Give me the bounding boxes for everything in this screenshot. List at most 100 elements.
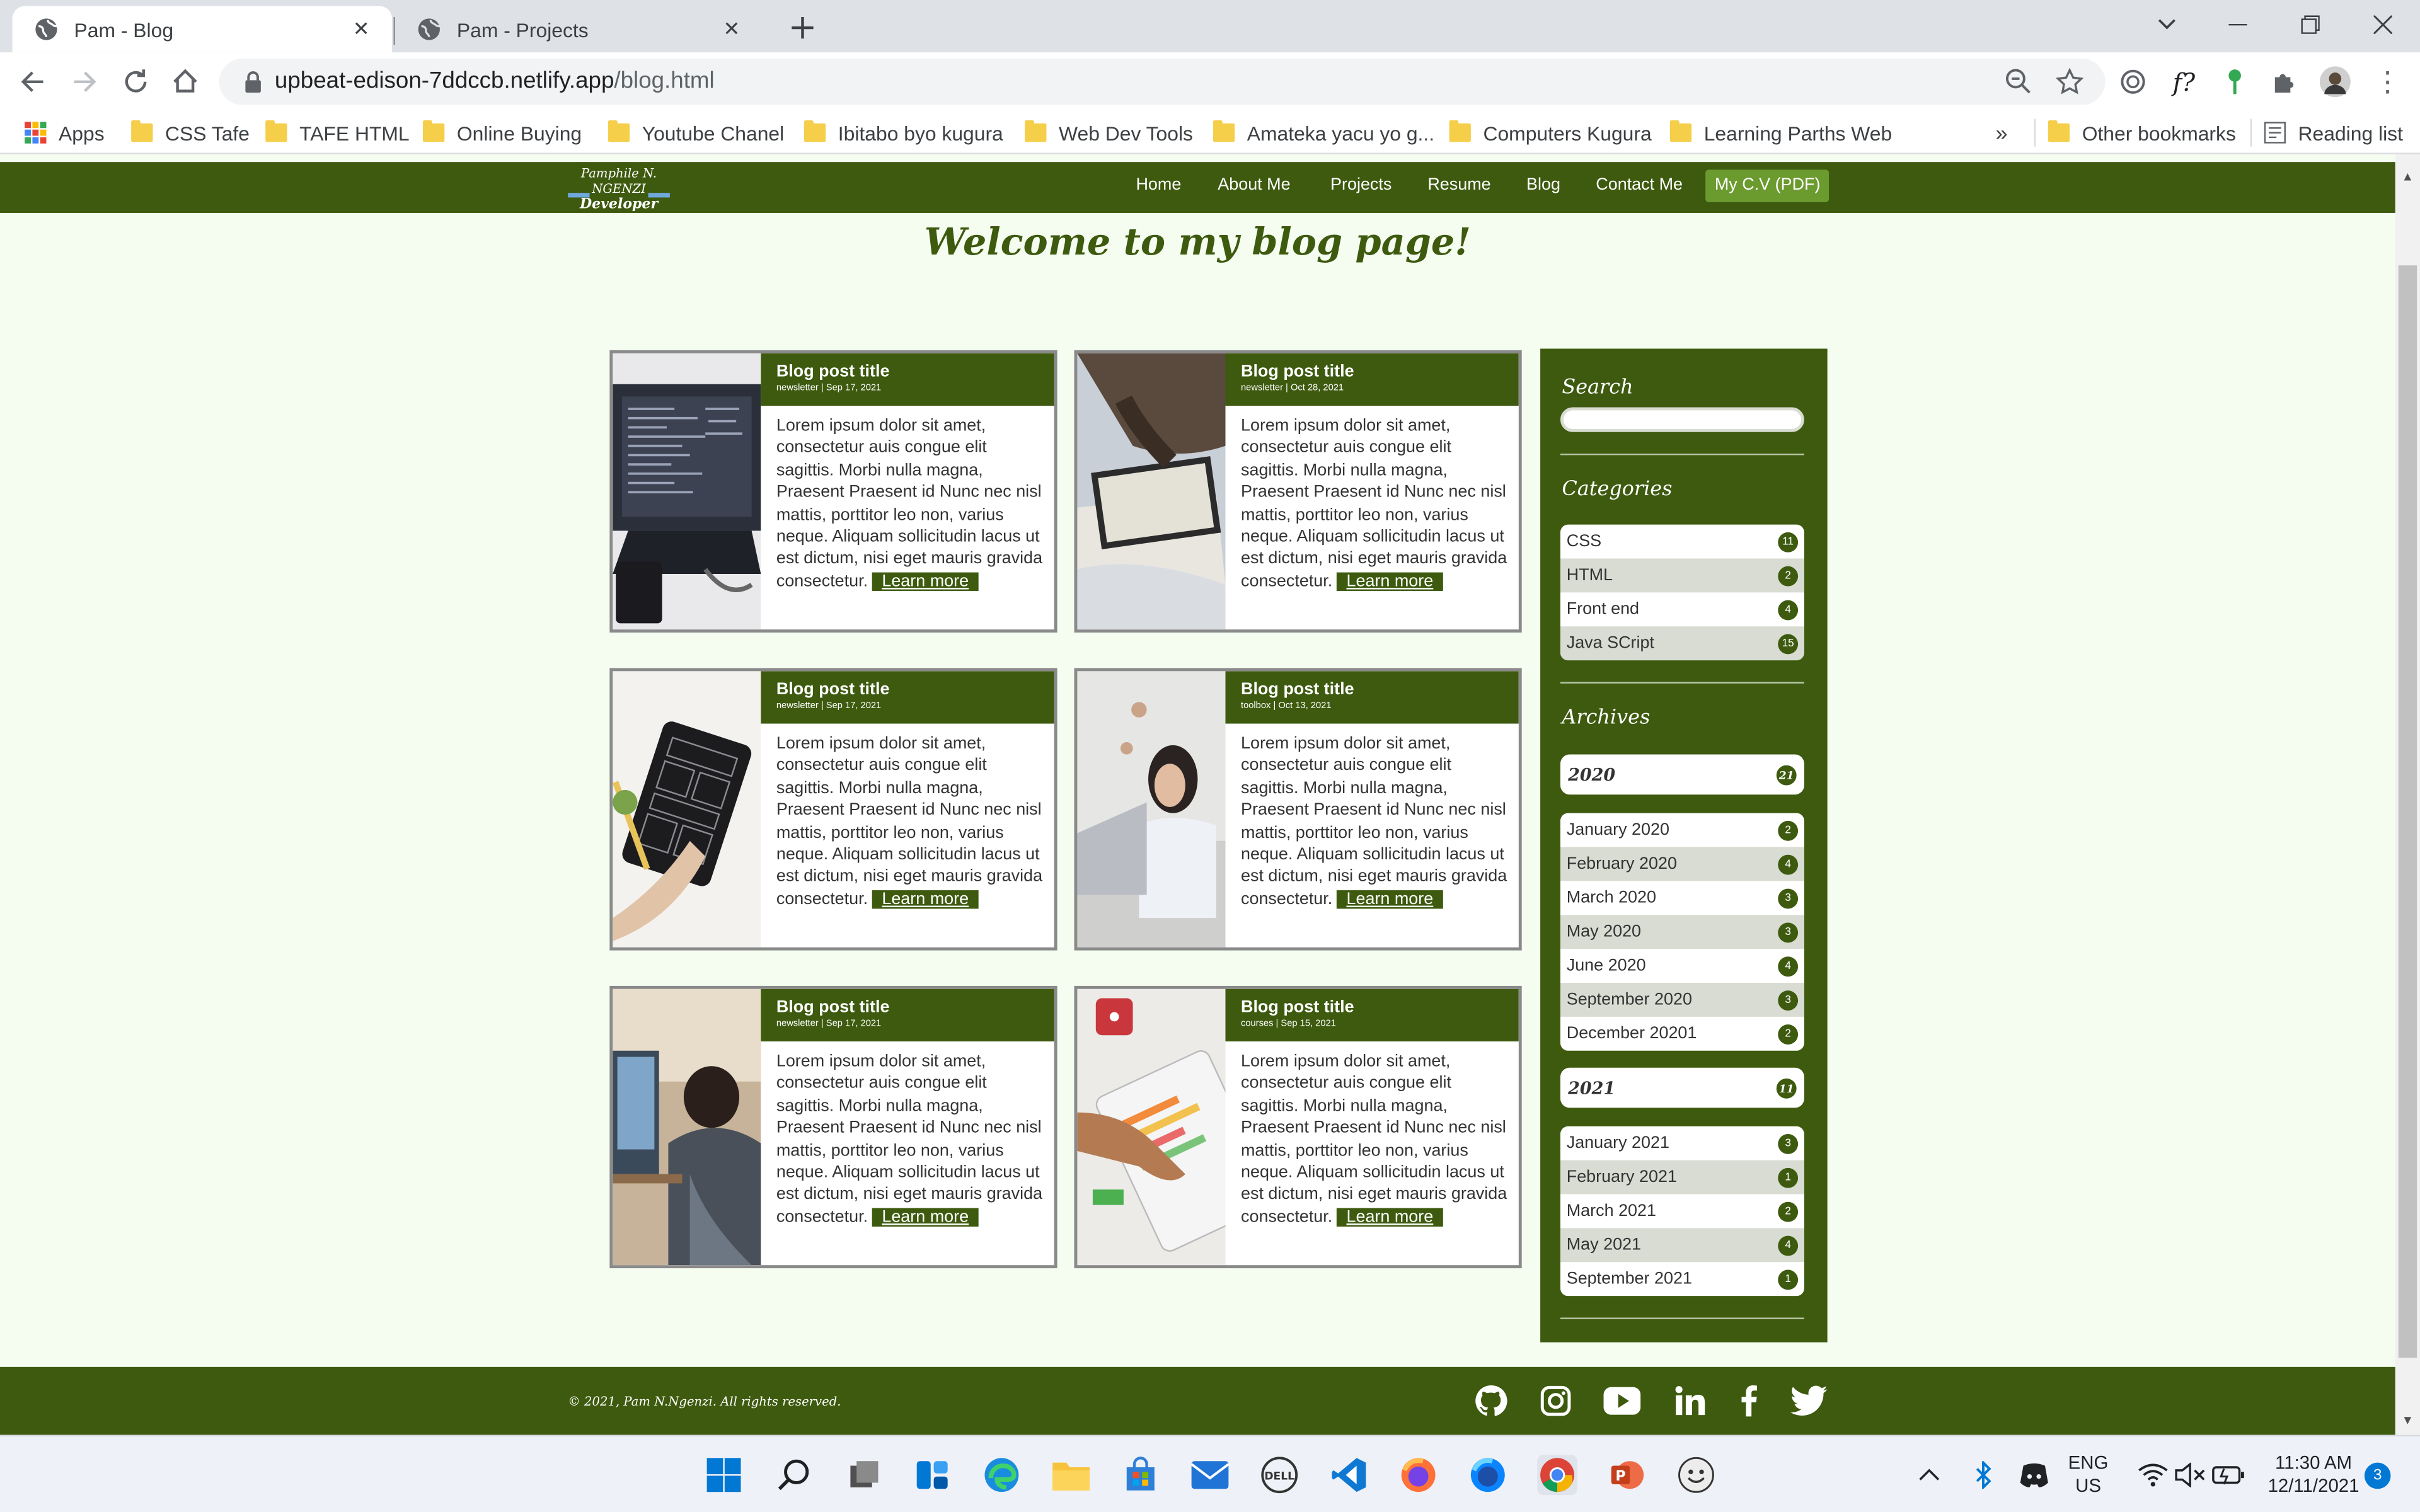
bluetooth-icon[interactable]: [1968, 1455, 1998, 1495]
card-title[interactable]: Blog post title: [1241, 679, 1503, 701]
close-window-icon[interactable]: [2365, 9, 2402, 40]
powerpoint-icon[interactable]: P: [1606, 1455, 1647, 1495]
reading-list[interactable]: Reading list: [2250, 118, 2403, 147]
cv-pdf-button[interactable]: My C.V (PDF): [1705, 169, 1830, 202]
firefox-dev-icon[interactable]: [1468, 1455, 1508, 1495]
search-input[interactable]: [1560, 407, 1804, 432]
archive-month-item[interactable]: February 2021 1: [1560, 1160, 1804, 1194]
category-item[interactable]: Front end 4: [1560, 592, 1804, 626]
restore-icon[interactable]: [2292, 9, 2329, 40]
font-finder-icon[interactable]: f?: [2169, 66, 2199, 97]
twitter-icon[interactable]: [1790, 1382, 1828, 1419]
extensions-puzzle-icon[interactable]: [2269, 66, 2300, 97]
key-extension-icon[interactable]: [2220, 66, 2250, 97]
bookmark-folder[interactable]: Computers Kugura: [1449, 119, 1652, 147]
vscode-icon[interactable]: [1329, 1455, 1369, 1495]
lock-icon[interactable]: [244, 71, 262, 93]
card-title[interactable]: Blog post title: [776, 679, 1039, 701]
wifi-icon[interactable]: [2136, 1455, 2170, 1495]
facebook-icon[interactable]: [1730, 1382, 1767, 1419]
extension-circle-icon[interactable]: [2118, 66, 2148, 97]
url-text[interactable]: upbeat-edison-7ddccb.netlify.app/blog.ht…: [275, 68, 715, 94]
bookmark-folder[interactable]: Online Buying: [423, 119, 582, 147]
category-item[interactable]: Java SCript 15: [1560, 626, 1804, 661]
bookmark-apps[interactable]: Apps: [25, 119, 105, 147]
archive-month-item[interactable]: September 2021 1: [1560, 1262, 1804, 1296]
archive-month-item[interactable]: February 2020 4: [1560, 847, 1804, 881]
bookmark-star-icon[interactable]: [2054, 66, 2085, 97]
archive-month-item[interactable]: May 2020 3: [1560, 915, 1804, 949]
bookmark-folder[interactable]: Youtube Chanel: [608, 119, 784, 147]
card-title[interactable]: Blog post title: [776, 361, 1039, 382]
category-item[interactable]: HTML 2: [1560, 558, 1804, 593]
reload-icon[interactable]: [120, 66, 151, 97]
bookmark-folder[interactable]: CSS Tafe: [131, 119, 250, 147]
archive-month-item[interactable]: December 20201 2: [1560, 1017, 1804, 1051]
linkedin-icon[interactable]: [1671, 1382, 1708, 1419]
volume-muted-icon[interactable]: [2173, 1455, 2207, 1495]
new-tab-icon[interactable]: [787, 13, 818, 43]
tab-search-icon[interactable]: [2148, 9, 2186, 40]
bookmark-folder[interactable]: Amateka yacu yo g...: [1213, 119, 1434, 147]
bookmark-folder[interactable]: Learning Parths Web: [1669, 119, 1892, 147]
learn-more-link[interactable]: Learn more: [872, 890, 978, 909]
github-icon[interactable]: [1472, 1382, 1509, 1419]
archive-month-item[interactable]: June 2020 4: [1560, 949, 1804, 983]
search-icon[interactable]: [775, 1455, 815, 1495]
archive-month-item[interactable]: January 2020 2: [1560, 813, 1804, 847]
archive-year-2020[interactable]: 2020 21: [1560, 754, 1804, 795]
chevron-up-icon[interactable]: [1914, 1455, 1945, 1495]
back-icon[interactable]: [18, 66, 49, 97]
bookmarks-overflow-button[interactable]: »: [1996, 119, 2008, 147]
dell-icon[interactable]: DELL: [1259, 1455, 1299, 1495]
scroll-thumb[interactable]: [2398, 265, 2417, 1358]
page-scrollbar[interactable]: ▲ ▼: [2395, 154, 2420, 1435]
clock[interactable]: 11:30 AM 12/11/2021: [2266, 1452, 2361, 1498]
learn-more-link[interactable]: Learn more: [1337, 572, 1443, 591]
battery-icon[interactable]: [2211, 1455, 2245, 1495]
store-icon[interactable]: [1121, 1455, 1161, 1495]
bookmark-folder[interactable]: Ibitabo byo kugura: [804, 119, 1003, 147]
archive-month-item[interactable]: September 2020 3: [1560, 983, 1804, 1017]
tab-blog[interactable]: Pam - Blog ✕: [12, 6, 393, 53]
tab-projects[interactable]: Pam - Projects ✕: [395, 6, 763, 52]
card-title[interactable]: Blog post title: [776, 997, 1039, 1018]
menu-kebab-icon[interactable]: ⋮: [2372, 66, 2403, 97]
nav-home[interactable]: Home: [1136, 176, 1181, 194]
youtube-icon[interactable]: [1603, 1382, 1641, 1419]
site-logo[interactable]: Pamphile N. NGENZI Developer: [565, 166, 672, 213]
file-explorer-icon[interactable]: [1051, 1455, 1092, 1495]
nav-about[interactable]: About Me: [1218, 176, 1290, 194]
task-view-icon[interactable]: [844, 1455, 885, 1495]
windows-start-icon[interactable]: [704, 1455, 744, 1495]
notification-badge[interactable]: 3: [2364, 1462, 2391, 1489]
archive-year-2021[interactable]: 2021 11: [1560, 1067, 1804, 1108]
archive-month-item[interactable]: May 2021 4: [1560, 1228, 1804, 1263]
home-icon[interactable]: [170, 66, 200, 97]
learn-more-link[interactable]: Learn more: [872, 1208, 978, 1227]
forward-icon[interactable]: [68, 66, 99, 97]
zoom-icon[interactable]: [2003, 66, 2034, 97]
category-item[interactable]: CSS 11: [1560, 525, 1804, 559]
scroll-up-icon[interactable]: ▲: [2402, 169, 2414, 183]
nav-projects[interactable]: Projects: [1330, 176, 1392, 194]
other-bookmarks[interactable]: Other bookmarks: [2034, 118, 2236, 147]
scroll-down-icon[interactable]: ▼: [2402, 1413, 2414, 1427]
nav-blog[interactable]: Blog: [1526, 176, 1560, 194]
bookmark-folder[interactable]: Web Dev Tools: [1025, 119, 1193, 147]
chrome-icon[interactable]: [1537, 1455, 1577, 1496]
archive-month-item[interactable]: March 2020 3: [1560, 881, 1804, 915]
mail-icon[interactable]: [1190, 1455, 1230, 1495]
edge-icon[interactable]: [982, 1455, 1022, 1495]
profile-avatar[interactable]: [2319, 66, 2351, 98]
firefox-icon[interactable]: [1398, 1455, 1439, 1495]
card-title[interactable]: Blog post title: [1241, 997, 1503, 1018]
learn-more-link[interactable]: Learn more: [872, 572, 978, 591]
discord-icon[interactable]: [2015, 1455, 2053, 1495]
language-indicator[interactable]: ENG US: [2068, 1452, 2109, 1498]
nav-contact[interactable]: Contact Me: [1596, 176, 1683, 194]
archive-month-item[interactable]: March 2021 2: [1560, 1194, 1804, 1228]
minimize-icon[interactable]: [2220, 9, 2257, 40]
card-title[interactable]: Blog post title: [1241, 361, 1503, 382]
learn-more-link[interactable]: Learn more: [1337, 1208, 1443, 1227]
